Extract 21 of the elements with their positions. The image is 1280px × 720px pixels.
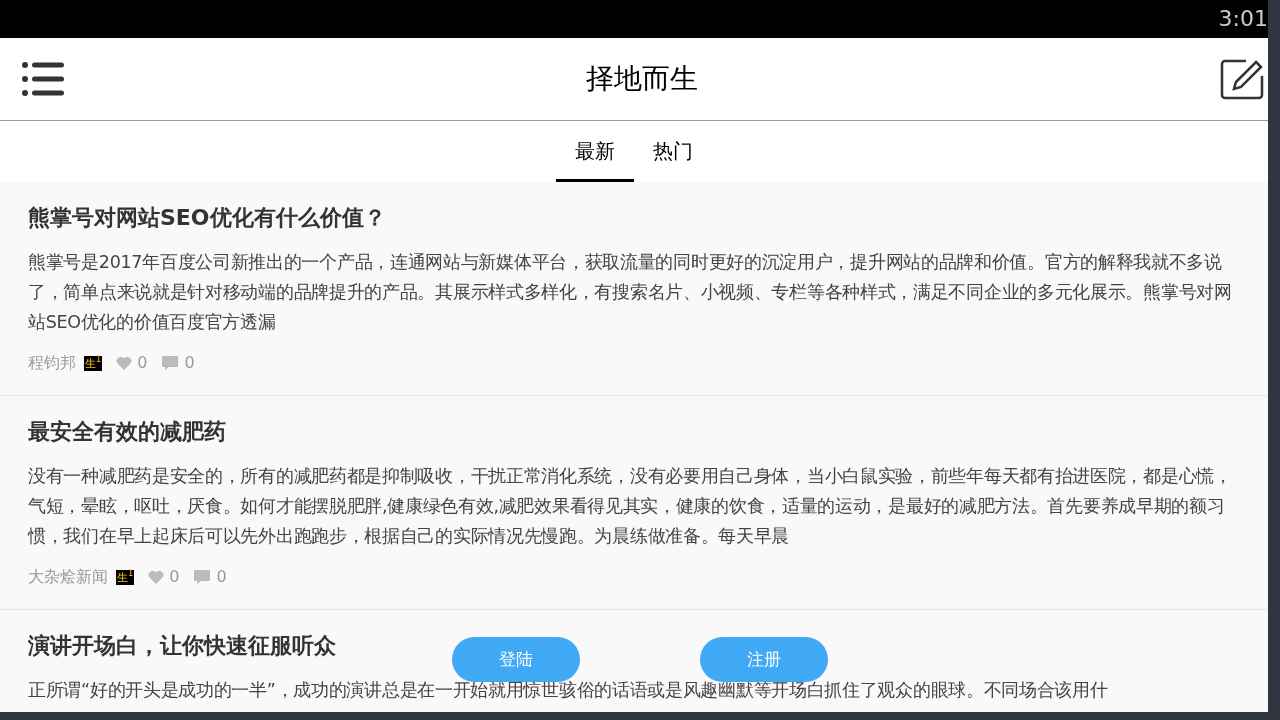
post-excerpt: 正所谓“好的开头是成功的一半”，成功的演讲总是在一开始就用惊世骇俗的话语或是风趣幽默等开场白抓住了观众的眼球。不同场合该用什 xyxy=(28,679,1109,702)
comment-count: 0 xyxy=(216,566,227,588)
post-excerpt: 熊掌号是2017年百度公司新推出的一个产品，连通网站与新媒体平台，获取流量的同时更好的沉淀用户，提升网站的品牌和价值。官方的解释我就不多说了，简单点来说就是针对移动端的品牌提升的产品。其展示样式多样化，有搜索名片、小视频、专栏等各种样式，满足不同企业的多元化展示。熊掌号对网站SEO优化的价值百度官方透漏 xyxy=(28,251,1233,334)
app-title: 择地而生 xyxy=(586,61,698,97)
tab[interactable]: 热门 xyxy=(634,121,712,182)
heart-icon[interactable] xyxy=(116,356,133,370)
comment-icon[interactable] xyxy=(161,355,180,371)
level-badge: 生$^{1}$ xyxy=(116,569,135,585)
like-count: 0 xyxy=(137,352,148,374)
comment-count: 0 xyxy=(184,352,195,374)
post-excerpt: 没有一种减肥药是安全的，所有的减肥药都是抑制吸收，干扰正常消化系统，没有必要用自己身体，当小白鼠实验，前些年每天都有抬进医院，都是心慌，气短，晕眩，呕吐，厌食。如何才能摆脱肥胖,健康绿色有效,减肥效果看得见其实，健康的饮食，适量的运动，是最好的减肥方法。首先要养成早期的额习惯，我们在早上起床后可以先外出跑跑步，根据自己的实际情况先慢跑。为晨练做准备。每天早晨 xyxy=(28,465,1233,548)
heart-icon[interactable] xyxy=(148,570,165,584)
status-time: 3:01 xyxy=(1218,8,1268,30)
like-count: 0 xyxy=(169,566,180,588)
comment-icon[interactable] xyxy=(193,569,212,585)
menu-icon[interactable] xyxy=(22,62,64,96)
post-title[interactable]: 熊掌号对网站SEO优化有什么价值？ xyxy=(28,202,386,234)
level-badge: 生$^{1}$ xyxy=(84,355,103,371)
post-title[interactable]: 最安全有效的减肥药 xyxy=(28,416,226,448)
edit-icon[interactable] xyxy=(1220,58,1264,100)
post-title[interactable]: 演讲开场白，让你快速征服听众 xyxy=(28,630,336,662)
